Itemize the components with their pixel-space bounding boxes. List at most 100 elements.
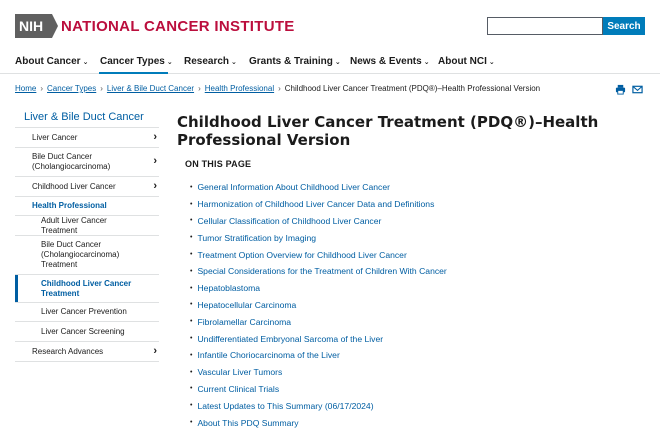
nci-logo[interactable]: NIH NATIONAL CANCER INSTITUTE [15, 14, 295, 38]
toc-link[interactable]: Current Clinical Trials [197, 384, 279, 394]
toc-item[interactable]: • Infantile Choriocarcinoma of the Liver [190, 347, 447, 364]
sidebar-item-label: Research Advances [32, 346, 104, 356]
sidebar-item-adult-liver-cancer-treatment[interactable]: Adult Liver Cancer Treatment [15, 216, 159, 236]
nav-about-nci[interactable]: About NCI ⌄ [438, 56, 495, 67]
toc-item[interactable]: • General Information About Childhood Liv… [190, 179, 447, 196]
logo-text: NATIONAL CANCER INSTITUTE [61, 17, 295, 35]
breadcrumb-cancer-types[interactable]: Cancer Types [47, 84, 96, 93]
sidebar-item-label: Bile Duct Cancer (Cholangiocarcinoma) [32, 152, 111, 171]
bullet-icon: • [190, 402, 193, 410]
bullet-icon: • [190, 351, 193, 359]
breadcrumb-liver-bile-duct[interactable]: Liver & Bile Duct Cancer [107, 84, 194, 93]
email-icon[interactable] [632, 84, 643, 95]
bullet-icon: • [190, 183, 193, 191]
breadcrumb-separator: › [198, 84, 201, 93]
bullet-icon: • [190, 301, 193, 309]
search-input[interactable] [487, 17, 603, 35]
bullet-icon: • [190, 284, 193, 292]
toc-item[interactable]: • Special Considerations for the Treatmen… [190, 263, 447, 280]
toc-item[interactable]: • Harmonization of Childhood Liver Cancer… [190, 196, 447, 213]
chevron-right-icon[interactable]: › [153, 180, 157, 194]
toc-item[interactable]: • Fibrolamellar Carcinoma [190, 313, 447, 330]
bullet-icon: • [190, 267, 193, 275]
toc-item[interactable]: • About This PDQ Summary [190, 414, 447, 431]
bullet-icon: • [190, 200, 193, 208]
bullet-icon: • [190, 234, 193, 242]
site-header: NIH NATIONAL CANCER INSTITUTE Search [0, 0, 660, 52]
breadcrumb: Home › Cancer Types › Liver & Bile Duct Canc… [15, 84, 540, 93]
breadcrumb-separator: › [100, 84, 103, 93]
sidebar-item-label: Liver Cancer [32, 132, 78, 142]
nav-grants-training[interactable]: Grants & Training ⌄ [249, 56, 341, 67]
sidebar-item-bile-duct-cancer-treatment[interactable]: Bile Duct Cancer (Cholangiocarcinoma) Tr… [15, 236, 159, 275]
bullet-icon: • [190, 318, 193, 326]
toc-link[interactable]: Hepatoblastoma [197, 283, 260, 293]
toc-item[interactable]: • Hepatoblastoma [190, 280, 447, 297]
chevron-down-icon: ⌄ [334, 59, 341, 66]
toc-link[interactable]: General Information About Childhood Live… [197, 182, 390, 192]
nav-about-cancer[interactable]: About Cancer ⌄ [15, 56, 88, 67]
toc-link[interactable]: Treatment Option Overview for Childhood … [197, 250, 406, 260]
section-nav: Liver & Bile Duct Cancer Liver Cancer › … [15, 108, 159, 362]
toc-link[interactable]: Undifferentiated Embryonal Sarcoma of th… [197, 334, 383, 344]
chevron-down-icon: ⌄ [488, 59, 495, 66]
toc-link[interactable]: Vascular Liver Tumors [197, 367, 282, 377]
chevron-right-icon[interactable]: › [153, 155, 157, 169]
page-utilities [615, 84, 643, 95]
toc-item[interactable]: • Treatment Option Overview for Childhood… [190, 246, 447, 263]
active-nav-indicator [99, 72, 168, 74]
section-nav-title[interactable]: Liver & Bile Duct Cancer [15, 108, 159, 128]
toc-link[interactable]: Infantile Choriocarcinoma of the Liver [197, 350, 339, 360]
sidebar-item-liver-cancer-prevention[interactable]: Liver Cancer Prevention [15, 303, 159, 322]
toc-link[interactable]: Harmonization of Childhood Liver Cancer … [197, 199, 434, 209]
chevron-right-icon[interactable]: › [153, 345, 157, 359]
toc-item[interactable]: • Cellular Classification of Childhood Li… [190, 213, 447, 230]
search-button[interactable]: Search [603, 17, 645, 35]
sidebar-item-label: Liver Cancer Screening [41, 326, 125, 336]
toc-item[interactable]: • Vascular Liver Tumors [190, 364, 447, 381]
sidebar-item-label: Adult Liver Cancer Treatment [41, 215, 107, 235]
sidebar-item-label: Childhood Liver Cancer [32, 181, 116, 191]
bullet-icon: • [190, 335, 193, 343]
toc-item[interactable]: • Hepatocellular Carcinoma [190, 297, 447, 314]
toc-link[interactable]: About This PDQ Summary [197, 418, 298, 428]
chevron-right-icon[interactable]: › [153, 131, 157, 145]
breadcrumb-current: Childhood Liver Cancer Treatment (PDQ®)–… [284, 84, 541, 93]
sidebar-item-research-advances[interactable]: Research Advances › [15, 342, 159, 362]
sidebar-item-bile-duct-cancer[interactable]: Bile Duct Cancer (Cholangiocarcinoma) › [15, 148, 159, 177]
nav-research[interactable]: Research ⌄ [184, 56, 237, 67]
toc-link[interactable]: Hepatocellular Carcinoma [197, 300, 296, 310]
breadcrumb-separator: › [278, 84, 281, 93]
breadcrumb-separator: › [40, 84, 44, 93]
chevron-down-icon: ⌄ [82, 59, 89, 66]
sidebar-item-label: Bile Duct Cancer (Cholangiocarcinoma) Tr… [41, 240, 120, 269]
nav-news-events[interactable]: News & Events ⌄ [350, 56, 430, 67]
chevron-down-icon: ⌄ [423, 59, 430, 66]
sidebar-item-childhood-liver-cancer[interactable]: Childhood Liver Cancer › [15, 177, 159, 197]
toc-link[interactable]: Fibrolamellar Carcinoma [197, 317, 291, 327]
sidebar-item-childhood-liver-cancer-treatment[interactable]: Childhood Liver Cancer Treatment [15, 275, 159, 303]
toc-link[interactable]: Tumor Stratification by Imaging [197, 233, 316, 243]
breadcrumb-health-professional[interactable]: Health Professional [205, 84, 274, 93]
toc-item[interactable]: • Tumor Stratification by Imaging [190, 229, 447, 246]
toc-link[interactable]: Cellular Classification of Childhood Liv… [197, 216, 381, 226]
sidebar-item-label: Childhood Liver Cancer Treatment [41, 278, 132, 298]
on-this-page-heading: ON THIS PAGE [185, 159, 252, 169]
chevron-down-icon: ⌄ [166, 59, 173, 66]
toc-link[interactable]: Latest Updates to This Summary (06/17/20… [197, 401, 373, 411]
print-icon[interactable] [615, 84, 626, 95]
toc-link[interactable]: Special Considerations for the Treatment… [197, 266, 446, 276]
sidebar-item-liver-cancer[interactable]: Liver Cancer › [15, 128, 159, 148]
nih-logo-mark: NIH [15, 14, 58, 38]
sidebar-item-health-professional[interactable]: Health Professional [15, 197, 159, 216]
toc-item[interactable]: • Undifferentiated Embryonal Sarcoma of t… [190, 330, 447, 347]
toc-item[interactable]: • Current Clinical Trials [190, 381, 447, 398]
page-title: Childhood Liver Cancer Treatment (PDQ®)–… [177, 113, 599, 149]
nav-cancer-types[interactable]: Cancer Types ⌄ [100, 56, 173, 67]
bullet-icon: • [190, 251, 193, 259]
breadcrumb-home[interactable]: Home [15, 84, 36, 93]
sidebar-item-label: Liver Cancer Prevention [41, 307, 127, 316]
on-this-page-list: • General Information About Childhood Liv… [190, 179, 447, 431]
toc-item[interactable]: • Latest Updates to This Summary (06/17/2… [190, 397, 447, 414]
sidebar-item-liver-cancer-screening[interactable]: Liver Cancer Screening [15, 322, 159, 342]
